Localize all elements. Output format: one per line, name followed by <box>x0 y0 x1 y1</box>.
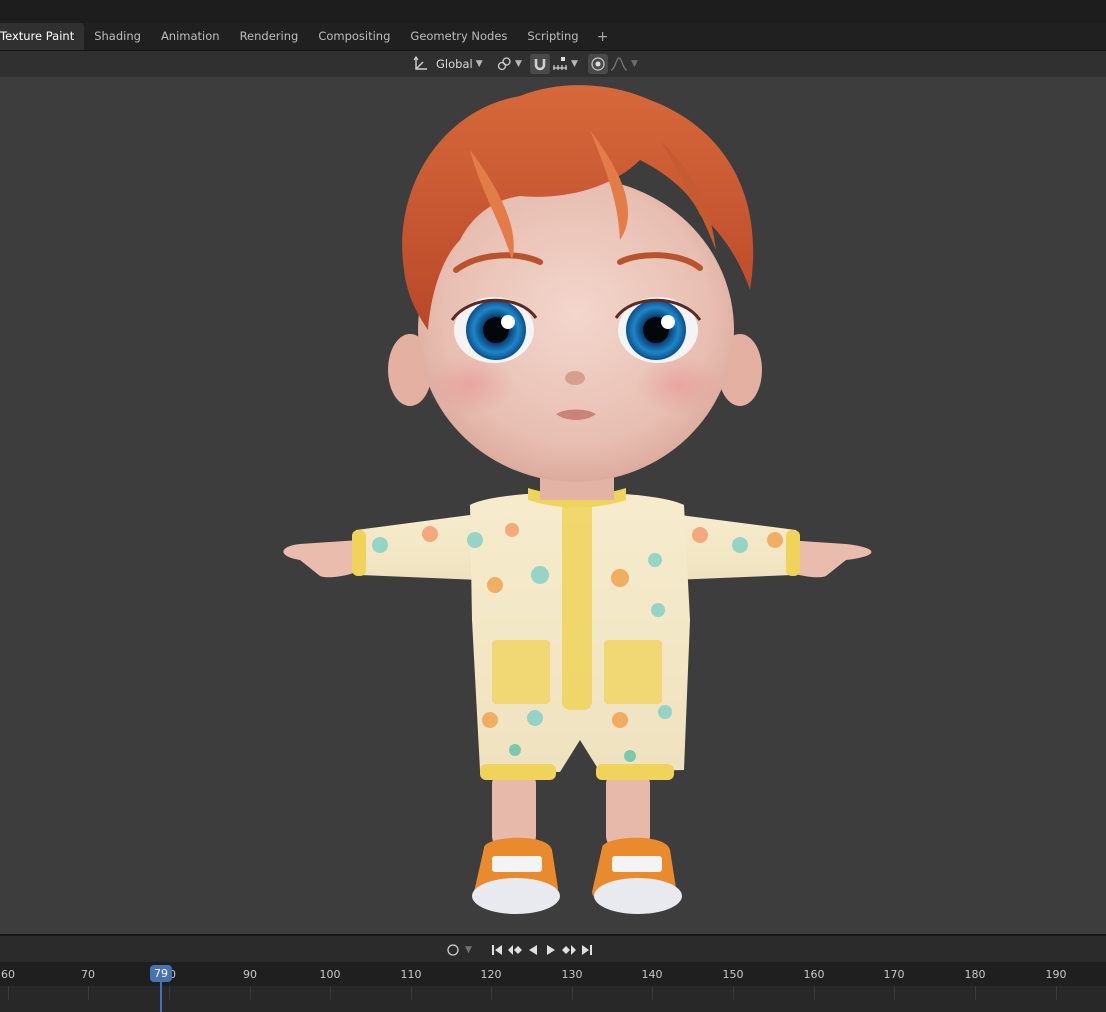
add-workspace-button[interactable]: + <box>589 29 617 45</box>
timeline-header: ▼ <box>0 936 1106 962</box>
falloff-dropdown[interactable]: ▼ <box>610 54 638 74</box>
grid-line <box>8 986 9 1000</box>
pivot-point-dropdown[interactable]: ▼ <box>496 54 522 74</box>
transform-orientation-dropdown[interactable]: Global ▼ <box>412 54 483 74</box>
snap-toggle[interactable] <box>530 54 550 74</box>
orientation-axes-icon <box>412 54 430 74</box>
chevron-down-icon: ▼ <box>571 59 578 69</box>
chevron-down-icon: ▼ <box>465 945 472 955</box>
ruler-label: 160 <box>803 968 825 981</box>
character-model <box>283 85 872 914</box>
ruler-label: 140 <box>641 968 663 981</box>
grid-line <box>814 986 815 1000</box>
tab-scripting[interactable]: Scripting <box>517 23 588 50</box>
snap-target-dropdown[interactable]: ▼ <box>552 54 578 74</box>
current-frame-indicator[interactable]: 79 <box>150 965 172 982</box>
workspace-tab-bar: Texture Paint Shading Animation Renderin… <box>0 23 1106 51</box>
ruler-label: 100 <box>319 968 341 981</box>
grid-line <box>250 986 251 1000</box>
play-icon[interactable] <box>542 941 560 959</box>
3d-viewport[interactable] <box>0 77 1106 934</box>
ruler-label: 180 <box>964 968 986 981</box>
chevron-down-icon: ▼ <box>515 59 522 69</box>
grid-line <box>491 986 492 1000</box>
pivot-link-icon <box>496 54 512 74</box>
ruler-label: 190 <box>1045 968 1067 981</box>
grid-line <box>330 986 331 1000</box>
playhead-line <box>160 982 162 1012</box>
grid-line <box>652 986 653 1000</box>
tab-compositing[interactable]: Compositing <box>308 23 400 50</box>
chevron-down-icon: ▼ <box>631 59 638 69</box>
playback-controls <box>488 940 596 960</box>
chevron-down-icon: ▼ <box>475 59 483 69</box>
tab-rendering[interactable]: Rendering <box>230 23 309 50</box>
ruler-label: 110 <box>400 968 422 981</box>
snap-increment-icon <box>552 54 568 74</box>
timeline-editor: ▼ 60 70 80 90 100 <box>0 934 1106 1012</box>
grid-line <box>1056 986 1057 1000</box>
ruler-label: 90 <box>243 968 257 981</box>
grid-line <box>411 986 412 1000</box>
play-reverse-icon[interactable] <box>524 941 542 959</box>
ruler-label: 130 <box>561 968 583 981</box>
top-menu-bar <box>0 0 1106 23</box>
grid-line <box>975 986 976 1000</box>
falloff-curve-icon <box>610 54 628 74</box>
proportional-edit-toggle[interactable] <box>588 54 608 74</box>
grid-line <box>169 986 170 1000</box>
tab-animation[interactable]: Animation <box>151 23 230 50</box>
grid-line <box>733 986 734 1000</box>
grid-line <box>894 986 895 1000</box>
tab-geometry-nodes[interactable]: Geometry Nodes <box>400 23 517 50</box>
grid-line <box>88 986 89 1000</box>
proportional-edit-icon <box>588 54 608 74</box>
ruler-label: 120 <box>480 968 502 981</box>
jump-to-end-icon[interactable] <box>578 941 596 959</box>
ruler-label: 70 <box>81 968 95 981</box>
next-keyframe-icon[interactable] <box>560 941 578 959</box>
orientation-label: Global <box>436 57 473 71</box>
jump-to-start-icon[interactable] <box>488 941 506 959</box>
record-icon <box>444 941 462 959</box>
tab-shading[interactable]: Shading <box>84 23 151 50</box>
viewport-header: Global ▼ ▼ ▼ ▼ <box>0 51 1106 77</box>
ruler-label: 150 <box>722 968 744 981</box>
auto-keying-toggle[interactable]: ▼ <box>444 940 472 960</box>
tab-texture-paint[interactable]: Texture Paint <box>0 23 85 50</box>
prev-keyframe-icon[interactable] <box>506 941 524 959</box>
grid-line <box>572 986 573 1000</box>
keyframe-track[interactable] <box>0 986 1106 1012</box>
ruler-label: 60 <box>1 968 15 981</box>
magnet-snap-icon <box>530 54 550 74</box>
ruler-label: 170 <box>883 968 905 981</box>
